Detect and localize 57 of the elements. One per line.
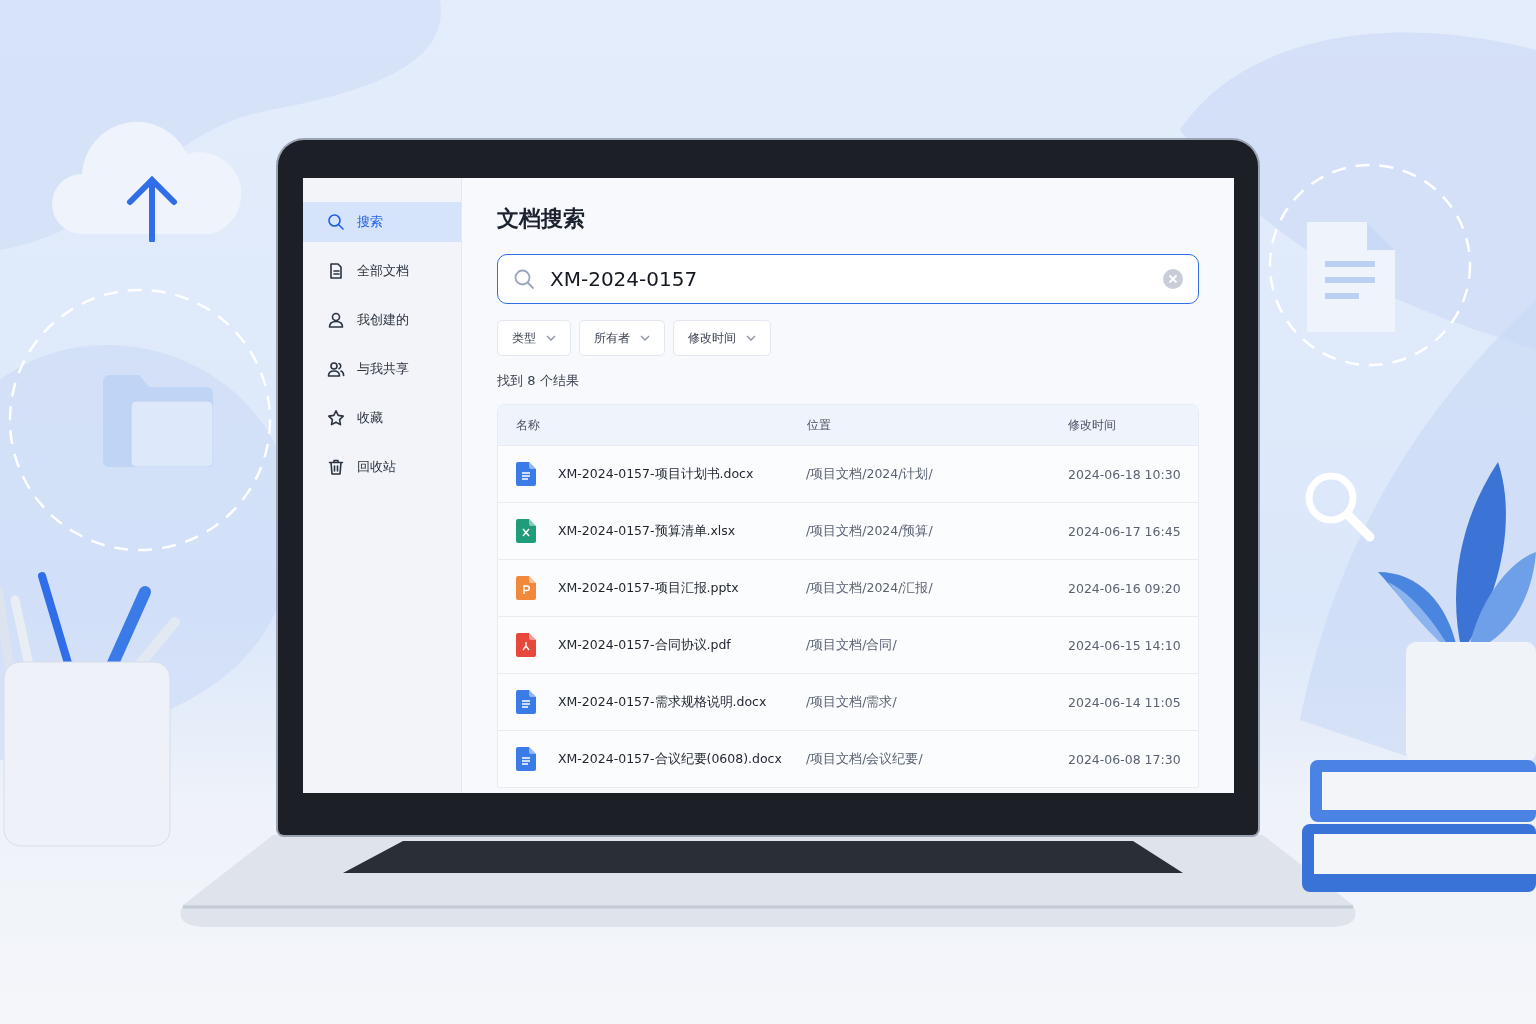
file-location: /项目文档/需求/ xyxy=(806,693,898,711)
sidebar-item[interactable]: 回收站 xyxy=(303,447,461,487)
filter-dropdown[interactable]: 修改时间 xyxy=(673,320,771,356)
table-row[interactable]: XM-2024-0157-预算清单.xlsx /项目文档/2024/预算/ 2024-06-17 16:45 xyxy=(498,502,1198,559)
modified-time: 2024-06-16 09:20 xyxy=(1068,580,1182,596)
file-name: XM-2024-0157-合同协议.pdf xyxy=(558,636,731,654)
file-name: XM-2024-0157-预算清单.xlsx xyxy=(558,522,736,540)
search-field[interactable]: XM-2024-0157 xyxy=(497,254,1199,304)
column-header: 位置 xyxy=(806,416,832,434)
chevron-down-icon xyxy=(746,335,756,341)
document-file-icon xyxy=(516,690,536,714)
file-location: /项目文档/会议纪要/ xyxy=(806,750,924,768)
sidebar-item[interactable]: 收藏 xyxy=(303,398,461,438)
chevron-down-icon xyxy=(640,335,650,341)
trash-icon xyxy=(327,458,345,476)
sidebar-item[interactable]: 与我共享 xyxy=(303,349,461,389)
clear-icon[interactable] xyxy=(1163,269,1183,289)
sidebar-item[interactable]: 全部文档 xyxy=(303,251,461,291)
table-row[interactable]: XM-2024-0157-项目汇报.pptx /项目文档/2024/汇报/ 2024-06-16 09:20 xyxy=(498,559,1198,616)
file-name: XM-2024-0157-合议纪要(0608).docx xyxy=(558,750,782,768)
modified-time: 2024-06-17 16:45 xyxy=(1068,523,1182,539)
table-row[interactable]: XM-2024-0157-合同协议.pdf /项目文档/合同/ 2024-06-15 14:10 xyxy=(498,616,1198,673)
column-header: 修改时间 xyxy=(1068,416,1117,434)
modified-time: 2024-06-08 17:30 xyxy=(1068,751,1182,767)
modified-time: 2024-06-14 11:05 xyxy=(1068,694,1182,710)
spreadsheet-file-icon xyxy=(516,519,536,543)
document-file-icon xyxy=(516,462,536,486)
document-file-icon xyxy=(516,747,536,771)
file-location: /项目文档/2024/汇报/ xyxy=(806,579,934,597)
search-icon xyxy=(513,268,535,290)
file-name: XM-2024-0157-需求规格说明.docx xyxy=(558,693,767,711)
file-location: /项目文档/合同/ xyxy=(806,636,898,654)
file-name: XM-2024-0157-项目计划书.docx xyxy=(558,465,754,483)
chevron-down-icon xyxy=(546,335,556,341)
person-icon xyxy=(327,311,345,329)
file-location: /项目文档/2024/预算/ xyxy=(806,522,934,540)
file-name: XM-2024-0157-项目汇报.pptx xyxy=(558,579,739,597)
pdf-file-icon xyxy=(516,633,536,657)
table-row[interactable]: XM-2024-0157-项目计划书.docx /项目文档/2024/计划/ 2024-06-18 10:30 xyxy=(498,445,1198,502)
magnifier-drawing xyxy=(1303,470,1375,542)
slides-file-icon xyxy=(516,576,536,600)
table-row[interactable]: XM-2024-0157-合议纪要(0608).docx /项目文档/会议纪要/ 2024-06-08 17:30 xyxy=(498,730,1198,787)
file-location: /项目文档/2024/计划/ xyxy=(806,465,934,483)
modified-time: 2024-06-15 14:10 xyxy=(1068,637,1182,653)
sidebar-item[interactable]: 搜索 xyxy=(303,202,461,242)
column-header: 名称 xyxy=(516,416,541,434)
filter-dropdown[interactable]: 类型 xyxy=(497,320,571,356)
document-icon xyxy=(327,262,345,280)
page-title: 文档搜索 xyxy=(497,205,586,233)
result-count: 找到 8 个结果 xyxy=(497,372,580,390)
filter-dropdown[interactable]: 所有者 xyxy=(579,320,665,356)
people-icon xyxy=(327,360,345,378)
search-icon xyxy=(327,213,345,231)
modified-time: 2024-06-18 10:30 xyxy=(1068,466,1182,482)
star-icon xyxy=(327,409,345,427)
sidebar-item[interactable]: 我创建的 xyxy=(303,300,461,340)
table-row[interactable]: XM-2024-0157-需求规格说明.docx /项目文档/需求/ 2024-06-14 11:05 xyxy=(498,673,1198,730)
